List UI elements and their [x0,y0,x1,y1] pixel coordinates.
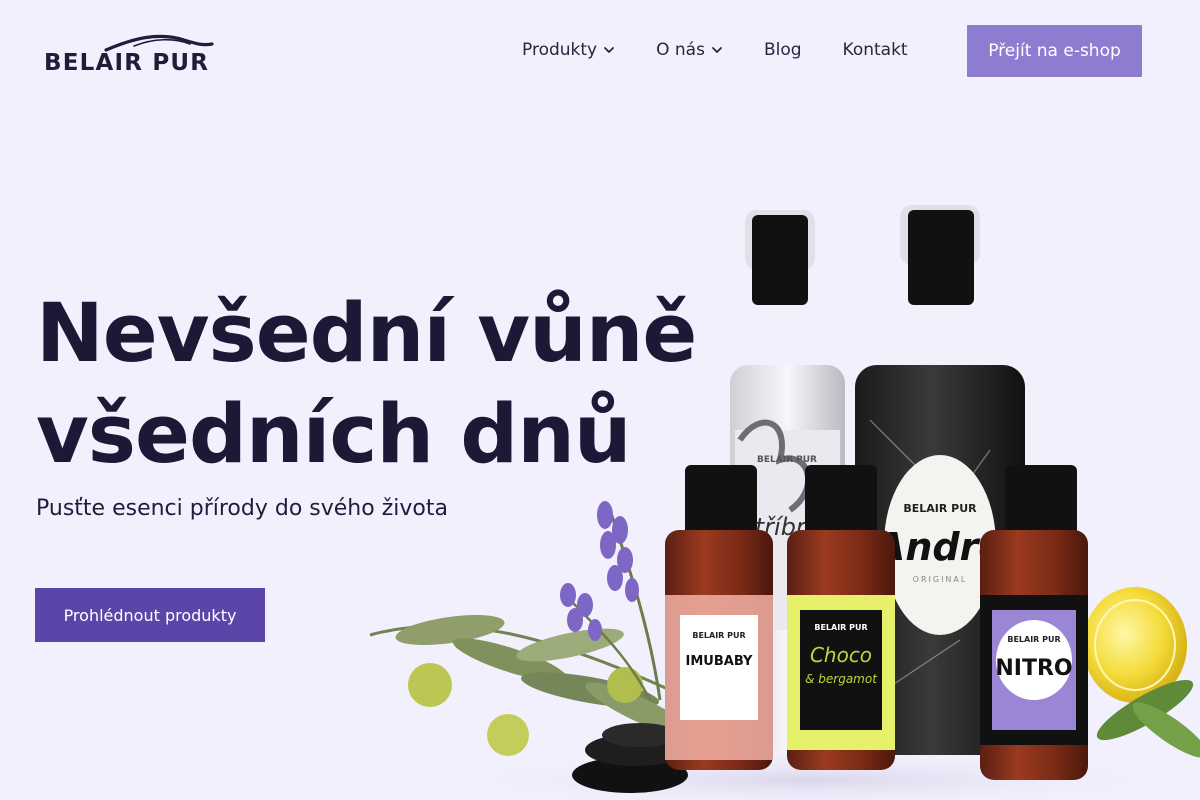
svg-text:BELAIR PUR: BELAIR PUR [903,502,977,515]
site-header: BELAIR PUR Produkty O nás Blog Kontakt P… [0,0,1200,100]
nav-item-blog[interactable]: Blog [764,40,802,60]
nav-item-label: O nás [656,40,705,60]
nav-item-o-nas[interactable]: O nás [656,40,723,60]
svg-text:NITRO: NITRO [995,656,1072,681]
chevron-down-icon [712,47,722,53]
nav-item-label: Kontakt [842,40,908,60]
svg-text:BELAIR PUR: BELAIR PUR [757,455,817,465]
browse-products-button[interactable]: Prohlédnout produkty [35,588,265,642]
chevron-down-icon [604,47,615,53]
lavender-sprig [560,501,662,701]
dropper-bottle-imubaby: BELAIR PUR IMUBABY [665,465,773,770]
svg-text:BELAIR PUR: BELAIR PUR [1007,635,1060,644]
nav-item-label: Produkty [522,40,598,60]
eshop-button[interactable]: Přejít na e-shop [967,25,1142,77]
nav-item-label: Blog [763,40,802,60]
svg-text:ORIGINAL: ORIGINAL [913,575,968,584]
brand-logo[interactable]: BELAIR PUR [44,32,214,78]
svg-text:& bergamot: & bergamot [805,672,878,686]
svg-text:IMUBABY: IMUBABY [686,654,753,669]
logo-text: BELAIR PUR [44,50,210,76]
svg-text:BELAIR PUR: BELAIR PUR [814,623,867,632]
nav-item-kontakt[interactable]: Kontakt [843,40,908,60]
svg-text:Choco: Choco [810,643,872,667]
product-lineup-image: BELAIR PUR Stříbro BELAIR PUR André ORIG… [369,205,1200,800]
main-nav: Produkty O nás Blog Kontakt [522,40,908,60]
lemon-slice [1083,587,1200,758]
nav-item-produkty[interactable]: Produkty [522,40,615,60]
svg-text:BELAIR PUR: BELAIR PUR [692,631,745,640]
